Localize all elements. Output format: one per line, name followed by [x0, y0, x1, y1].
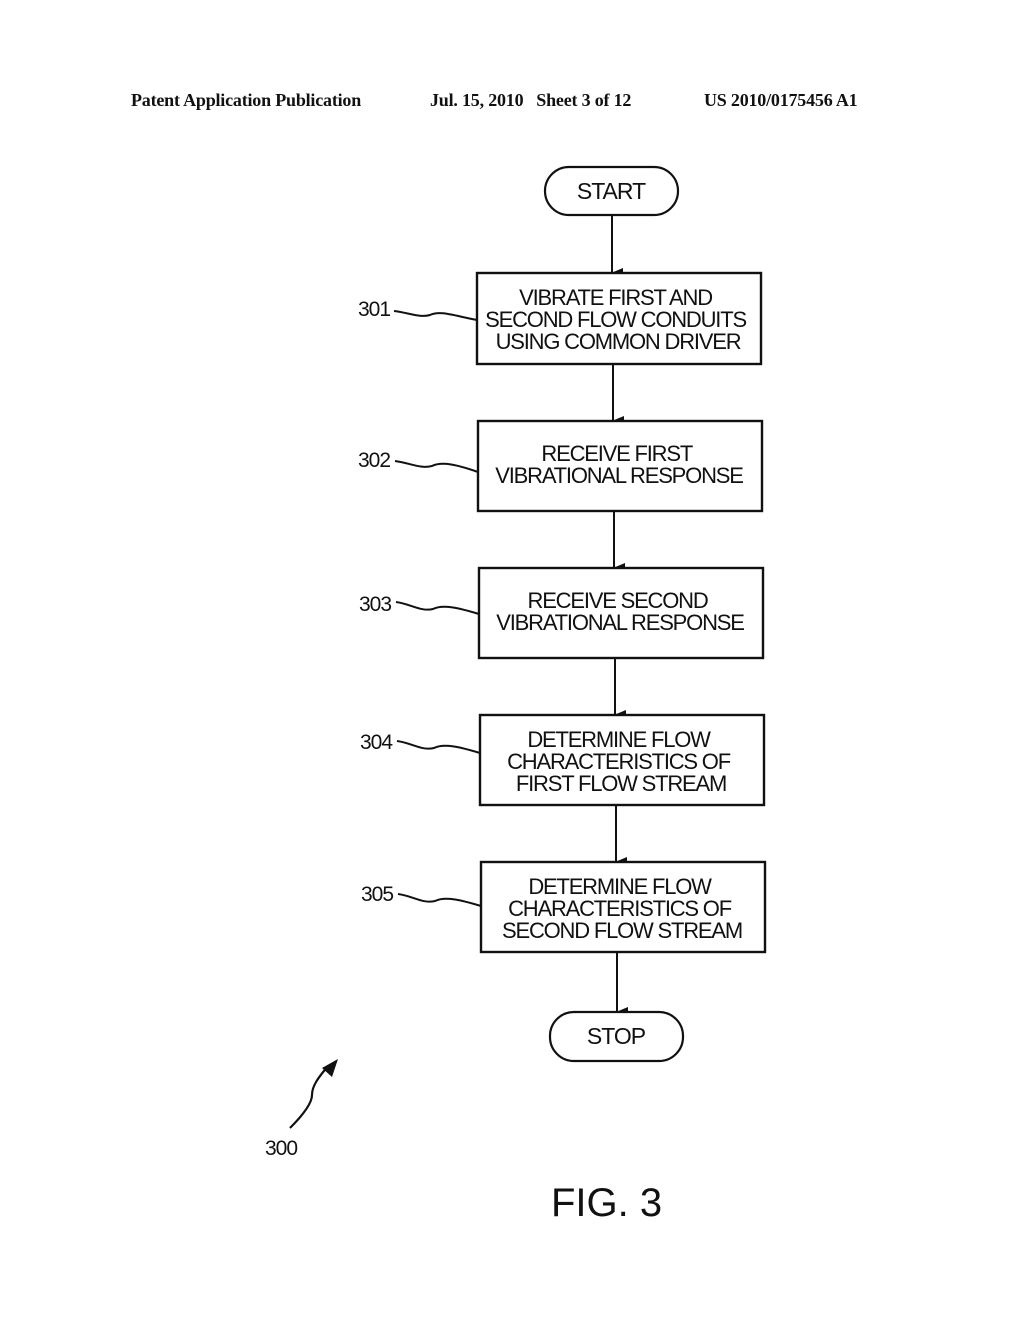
- leader-line-302: [394, 460, 479, 473]
- leader-line-301: [393, 310, 478, 321]
- stop-terminal: STOP: [548, 1010, 685, 1063]
- step-box-301: VIBRATE FIRST AND SECOND FLOW CONDUITS U…: [358, 271, 763, 366]
- step-box-304: DETERMINE FLOW CHARACTERISTICS OF FIRST …: [360, 713, 766, 807]
- step-303-text: RECEIVE SECOND VIBRATIONAL RESPONSE: [496, 588, 744, 635]
- leader-line-303: [395, 601, 480, 615]
- leader-line-304: [396, 740, 481, 754]
- reference-arrow-icon: [289, 1065, 329, 1129]
- stop-label: STOP: [587, 1023, 646, 1049]
- leader-line-305: [397, 893, 482, 907]
- start-terminal: START: [543, 165, 680, 217]
- figure-label: FIG. 3: [551, 1181, 662, 1225]
- step-304-text: DETERMINE FLOW CHARACTERISTICS OF FIRST …: [507, 727, 735, 796]
- ref-label-301: 301: [358, 298, 390, 321]
- figure-reference-300: 300: [265, 1059, 338, 1160]
- flowchart: START VIBRATE FIRST AND SECOND FLOW COND…: [265, 165, 767, 1225]
- ref-label-303: 303: [359, 593, 391, 616]
- step-301-text: VIBRATE FIRST AND SECOND FLOW CONDUITS U…: [485, 285, 751, 354]
- step-box-305: DETERMINE FLOW CHARACTERISTICS OF SECOND…: [361, 860, 767, 954]
- step-box-302: RECEIVE FIRST VIBRATIONAL RESPONSE 302: [358, 419, 764, 513]
- step-305-text: DETERMINE FLOW CHARACTERISTICS OF SECOND…: [502, 874, 742, 943]
- ref-label-302: 302: [358, 449, 390, 472]
- start-label: START: [577, 178, 646, 204]
- ref-label-304: 304: [360, 731, 393, 754]
- step-box-303: RECEIVE SECOND VIBRATIONAL RESPONSE 303: [359, 566, 765, 660]
- figure-ref-label: 300: [265, 1137, 297, 1160]
- ref-label-305: 305: [361, 883, 393, 906]
